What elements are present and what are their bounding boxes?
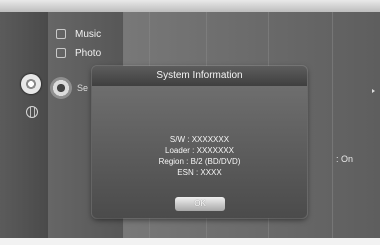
left-column [0,12,49,238]
divider [332,12,333,238]
software-version: S/W : XXXXXXX [169,135,230,144]
dialog-title: System Information [92,66,307,86]
disc-icon [21,74,41,94]
esn-value: ESN : XXXX [177,168,222,177]
settings-label: Se [77,83,89,93]
music-icon [56,29,66,39]
menu-item-photo-label: Photo [75,47,102,59]
ok-button[interactable]: OK [175,197,225,211]
setting-value: : On [336,154,354,164]
system-information-dialog: System Information S/W : XXXXXXX Loader … [92,66,307,218]
dialog-body: S/W : XXXXXXX Loader : XXXXXXX Region : … [92,86,307,218]
globe-icon [26,106,38,118]
top-bezel [0,0,380,12]
region-code: Region : B/2 (BD/DVD) [158,157,241,166]
menu-item-music-label: Music [75,28,102,40]
menu-item-photo[interactable]: Photo [56,45,101,61]
bottom-bezel [0,238,380,245]
gear-icon[interactable] [50,77,72,99]
loader-version: Loader : XXXXXXX [165,146,234,155]
menu-item-music[interactable]: Music [56,26,101,42]
arrow-right-icon [372,89,375,93]
photo-icon [56,48,66,58]
